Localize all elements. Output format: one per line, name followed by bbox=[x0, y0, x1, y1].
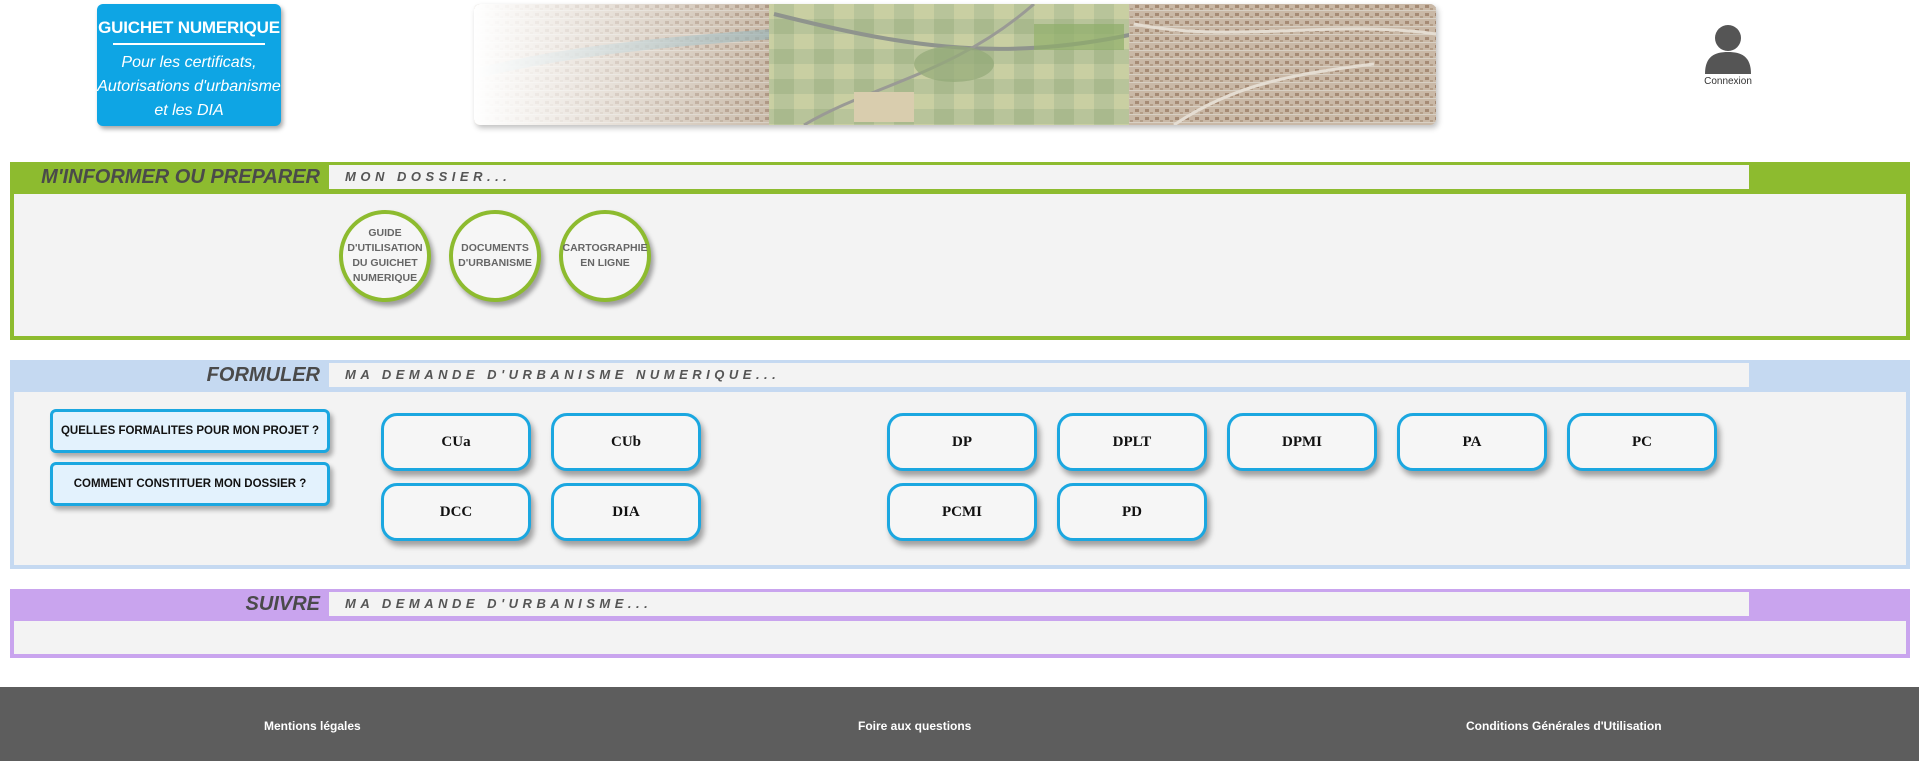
form-pcmi-button[interactable]: PCMI bbox=[887, 483, 1037, 541]
online-map-label-line-2: EN LIGNE bbox=[580, 257, 630, 269]
follow-section: SUIVRE MA DEMANDE D'URBANISME... bbox=[10, 589, 1910, 658]
follow-section-body bbox=[14, 621, 1906, 654]
online-map-button[interactable]: CARTOGRAPHIE EN LIGNE bbox=[559, 210, 651, 302]
how-to-build-file-button[interactable]: COMMENT CONSTITUER MON DOSSIER ? bbox=[50, 462, 330, 506]
logo-subtitle-line-1: Pour les certificats, bbox=[121, 54, 257, 71]
inform-section-title: M'INFORMER OU PREPARER bbox=[41, 166, 320, 188]
aerial-banner-image bbox=[474, 4, 1436, 125]
form-pa-button[interactable]: PA bbox=[1397, 413, 1547, 471]
logo-divider bbox=[113, 43, 265, 45]
urban-documents-label-line-1: DOCUMENTS bbox=[461, 242, 529, 254]
formulate-section: FORMULER MA DEMANDE D'URBANISME NUMERIQU… bbox=[10, 360, 1910, 569]
footer: Mentions légales Foire aux questions Con… bbox=[0, 687, 1919, 761]
follow-section-subtitle: MA DEMANDE D'URBANISME... bbox=[329, 592, 1749, 616]
follow-section-title: SUIVRE bbox=[245, 593, 320, 615]
formulate-section-body: QUELLES FORMALITES POUR MON PROJET ? COM… bbox=[14, 392, 1906, 565]
login-button[interactable]: Connexion bbox=[1700, 22, 1756, 87]
formulate-section-title: FORMULER bbox=[206, 364, 320, 386]
formulate-section-subtitle: MA DEMANDE D'URBANISME NUMERIQUE... bbox=[329, 363, 1749, 387]
which-formalities-button[interactable]: QUELLES FORMALITES POUR MON PROJET ? bbox=[50, 409, 330, 453]
logo-subtitle-line-3: et les DIA bbox=[154, 102, 224, 119]
footer-link-faq[interactable]: Foire aux questions bbox=[858, 719, 971, 733]
guide-button-label-line-2: D'UTILISATION bbox=[347, 242, 423, 254]
login-label: Connexion bbox=[1704, 76, 1752, 87]
form-dpmi-button[interactable]: DPMI bbox=[1227, 413, 1377, 471]
guide-button-label-line-1: GUIDE bbox=[368, 227, 402, 239]
form-dplt-button[interactable]: DPLT bbox=[1057, 413, 1207, 471]
inform-section: M'INFORMER OU PREPARER MON DOSSIER... GU… bbox=[10, 162, 1910, 340]
inform-section-header: M'INFORMER OU PREPARER MON DOSSIER... bbox=[10, 162, 1910, 192]
form-dia-button[interactable]: DIA bbox=[551, 483, 701, 541]
follow-section-header: SUIVRE MA DEMANDE D'URBANISME... bbox=[10, 589, 1910, 619]
form-pc-button[interactable]: PC bbox=[1567, 413, 1717, 471]
online-map-label-line-1: CARTOGRAPHIE bbox=[562, 242, 648, 254]
form-cua-button[interactable]: CUa bbox=[381, 413, 531, 471]
form-dp-button[interactable]: DP bbox=[887, 413, 1037, 471]
form-dcc-button[interactable]: DCC bbox=[381, 483, 531, 541]
inform-section-body: GUIDE D'UTILISATION DU GUICHET NUMERIQUE… bbox=[14, 194, 1906, 336]
urban-documents-label-line-2: D'URBANISME bbox=[458, 257, 532, 269]
urban-documents-button[interactable]: DOCUMENTS D'URBANISME bbox=[449, 210, 541, 302]
form-cub-button[interactable]: CUb bbox=[551, 413, 701, 471]
logo-subtitle-line-2: Autorisations d'urbanisme bbox=[97, 78, 281, 95]
formulate-section-header: FORMULER MA DEMANDE D'URBANISME NUMERIQU… bbox=[10, 360, 1910, 390]
guide-button[interactable]: GUIDE D'UTILISATION DU GUICHET NUMERIQUE bbox=[339, 210, 431, 302]
guide-button-label-line-3: DU GUICHET bbox=[352, 257, 418, 269]
form-pd-button[interactable]: PD bbox=[1057, 483, 1207, 541]
inform-section-subtitle: MON DOSSIER... bbox=[329, 165, 1749, 189]
footer-link-legal-notice[interactable]: Mentions légales bbox=[264, 719, 361, 733]
footer-link-terms[interactable]: Conditions Générales d'Utilisation bbox=[1466, 719, 1662, 733]
guide-button-label-line-4: NUMERIQUE bbox=[352, 272, 418, 284]
logo-title: GUICHET NUMERIQUE bbox=[98, 18, 280, 37]
user-silhouette-icon bbox=[1705, 25, 1751, 74]
site-logo[interactable]: GUICHET NUMERIQUE Pour les certificats, … bbox=[97, 4, 281, 126]
